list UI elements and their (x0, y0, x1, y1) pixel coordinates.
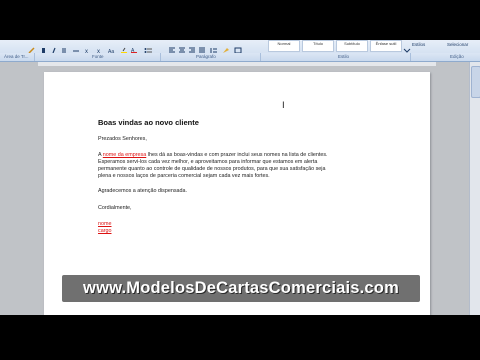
justify-icon[interactable] (198, 41, 206, 53)
group-separator (410, 53, 411, 61)
style-subtitulo-label: Subtítulo (344, 41, 360, 46)
align-right-icon[interactable] (188, 41, 196, 53)
horizontal-ruler[interactable] (38, 62, 436, 66)
group-style-label: Estilo (338, 54, 350, 59)
group-editing-label: Edição (450, 54, 464, 59)
superscript-icon[interactable]: x (96, 41, 104, 53)
select-button[interactable]: Selecionar (447, 42, 468, 47)
signature-role: cargo (98, 228, 112, 234)
group-paragraph-label: Parágrafo (196, 54, 216, 59)
style-titulo[interactable]: Título (302, 40, 334, 52)
document-title: Boas vindas ao novo cliente (98, 118, 199, 127)
ribbon: x x Aa A Normal Título Subtítulo Ênfase … (0, 40, 480, 54)
shading-icon[interactable] (222, 41, 230, 53)
group-separator (160, 53, 161, 61)
group-font-label: Fonte (92, 54, 104, 59)
vertical-scrollbar[interactable] (469, 62, 480, 315)
bottom-letterbox (0, 315, 480, 360)
strikethrough-icon[interactable] (72, 41, 80, 52)
style-titulo-label: Título (312, 41, 323, 46)
style-normal-label: Normal (277, 41, 291, 46)
group-separator (34, 53, 35, 61)
closing-line: Cordialmente, (98, 205, 132, 211)
paragraph-line-4: plena e nossos laços de parceria comerci… (98, 173, 270, 179)
word-window: x x Aa A Normal Título Subtítulo Ênfase … (0, 0, 480, 360)
signature-name: nome (98, 221, 112, 227)
bullets-icon[interactable] (144, 41, 152, 53)
highlight-icon[interactable] (120, 41, 128, 53)
paragraph-line-2: Esperamos servi-los cada vez melhor, e a… (98, 159, 318, 165)
style-normal[interactable]: Normal (268, 40, 300, 52)
ribbon-group-labels: Área de Tr... Fonte Parágrafo Estilo Edi… (0, 53, 480, 62)
watermark-banner: www.ModelosDeCartasComerciais.com (62, 275, 420, 302)
line-spacing-icon[interactable] (210, 41, 218, 53)
underline-icon[interactable] (60, 41, 68, 53)
align-left-icon[interactable] (168, 41, 176, 53)
paragraph-line-3: permanente quanto ao controle de qualida… (98, 166, 326, 172)
watermark-text: www.ModelosDeCartasComerciais.com (83, 279, 399, 297)
borders-icon[interactable] (234, 41, 242, 53)
text-cursor-icon: I (282, 101, 285, 111)
company-name-field: nome da empresa (102, 152, 147, 158)
change-styles-button[interactable]: Estilos (412, 42, 425, 47)
group-clipboard-label: Área de Tr... (4, 54, 29, 59)
styles-more-icon[interactable] (403, 41, 411, 53)
subscript-icon[interactable]: x (84, 41, 92, 53)
paragraph-line-1: A nome da empresa lhes dá as boas-vindas… (98, 152, 328, 158)
italic-icon[interactable] (50, 41, 58, 53)
thanks-line: Agradecemos a atenção dispensada. (98, 188, 188, 194)
style-subtitulo[interactable]: Subtítulo (336, 40, 368, 52)
change-case-icon[interactable]: Aa (108, 41, 116, 53)
style-enfase-label: Ênfase sutil (375, 41, 397, 46)
font-color-icon[interactable]: A (130, 41, 138, 53)
bold-icon[interactable] (40, 41, 48, 53)
greeting-line: Prezados Senhores, (98, 136, 147, 142)
align-center-icon[interactable] (178, 41, 186, 53)
style-enfase[interactable]: Ênfase sutil (370, 40, 402, 52)
scrollbar-thumb[interactable] (471, 66, 480, 98)
group-separator (260, 53, 261, 61)
para1-rest: lhes dá as boas-vindas e com prazer incl… (146, 152, 328, 158)
format-painter-icon[interactable] (28, 41, 36, 53)
top-letterbox (0, 0, 480, 40)
